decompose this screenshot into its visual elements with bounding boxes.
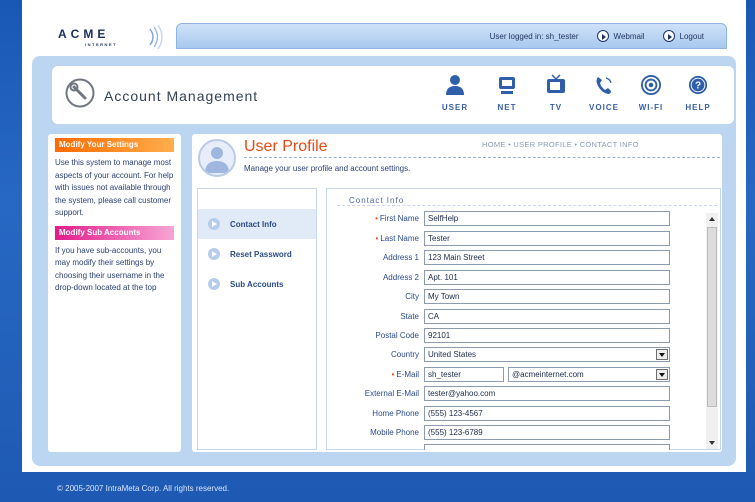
address1-field[interactable]: 123 Main Street — [424, 250, 670, 265]
wifi-icon — [641, 74, 661, 96]
last-name-field[interactable]: Tester — [424, 231, 670, 246]
chevron-down-icon[interactable] — [656, 369, 668, 380]
mobile-phone-field[interactable]: (555) 123-6789 — [424, 425, 670, 440]
nav-net[interactable]: NET — [487, 74, 527, 112]
profile-title: User Profile — [244, 138, 328, 155]
phone-icon — [594, 74, 614, 96]
postal-code-field[interactable]: 92101 — [424, 328, 670, 343]
nav-voice[interactable]: VOICE — [584, 74, 624, 112]
mobile-phone-row: Mobile Phone (555) 123-6789 — [327, 425, 707, 441]
profile-subtitle: Manage your user profile and account set… — [244, 164, 411, 173]
logout-link[interactable]: Logout — [662, 30, 704, 42]
acme-logo: ACME INTERNET — [58, 24, 168, 54]
country-select[interactable]: United States — [424, 347, 670, 362]
scroll-thumb[interactable] — [707, 227, 717, 407]
nav-wifi[interactable]: WI-FI — [631, 74, 671, 112]
contact-info-form: Contact Info • First Name SelfHelp • Last … — [326, 188, 721, 450]
form-title: Contact Info — [349, 196, 405, 205]
account-header: Account Management USER NET TV VOICE WI-… — [52, 66, 734, 124]
address2-row: Address 2 Apt. 101 — [327, 270, 707, 286]
signal-waves-icon — [149, 25, 163, 49]
external-email-field[interactable]: tester@yahoo.com — [424, 386, 670, 401]
tv-icon — [546, 74, 566, 96]
sub-accounts-text: If you have sub-accounts, you may modify… — [55, 245, 165, 293]
page-title: Account Management — [104, 88, 259, 104]
home-phone-field[interactable]: (555) 123-4567 — [424, 406, 670, 421]
address2-field[interactable]: Apt. 101 — [424, 270, 670, 285]
sidebar: Modify Your Settings Use this system to … — [48, 134, 181, 452]
sub-accounts-heading: Modify Sub Accounts — [55, 225, 174, 240]
profile-icon — [205, 147, 229, 173]
required-marker: • — [391, 370, 395, 379]
city-row: City My Town — [327, 289, 707, 305]
next-row-partial — [327, 444, 707, 450]
settings-text: Use this system to manage most aspects o… — [55, 158, 174, 217]
email-domain-select[interactable]: @acmeinternet.com — [508, 367, 670, 382]
partial-field[interactable] — [424, 444, 670, 450]
city-field[interactable]: My Town — [424, 289, 670, 304]
nav-user[interactable]: USER — [435, 74, 475, 112]
state-row: State CA — [327, 309, 707, 325]
nav-tv[interactable]: TV — [536, 74, 576, 112]
net-icon — [497, 74, 517, 96]
top-bar: User logged in: sh_tester Webmail Logout — [176, 23, 727, 49]
webmail-link[interactable]: Webmail — [596, 30, 645, 42]
postal-row: Postal Code 92101 — [327, 328, 707, 344]
divider — [244, 157, 720, 158]
required-marker: • — [375, 214, 378, 223]
required-marker: • — [375, 234, 379, 243]
tab-reset-password[interactable]: Reset Password — [198, 239, 316, 269]
logged-in-user: User logged in: sh_tester — [489, 31, 579, 41]
page-frame: ACME INTERNET User logged in: sh_tester … — [22, 0, 746, 472]
play-circle-icon — [596, 30, 609, 42]
scroll-up-icon[interactable] — [709, 217, 715, 221]
home-phone-row: Home Phone (555) 123-4567 — [327, 406, 707, 422]
chevron-down-icon[interactable] — [656, 349, 668, 360]
play-bullet-icon — [208, 218, 220, 230]
form-scrollbar[interactable] — [706, 213, 718, 449]
content-panel: Account Management USER NET TV VOICE WI-… — [32, 56, 736, 466]
svg-text:?: ? — [695, 81, 701, 92]
play-bullet-icon — [208, 248, 220, 260]
copyright: © 2005-2007 IntraMeta Corp. All rights r… — [57, 484, 230, 493]
email-row: • E-Mail sh_tester @acmeinternet.com — [327, 367, 707, 383]
wrench-icon — [65, 78, 95, 108]
email-user-field[interactable]: sh_tester — [424, 367, 504, 382]
help-icon: ? — [688, 74, 708, 96]
nav-help[interactable]: ? HELP — [678, 74, 718, 112]
tab-sub-accounts[interactable]: Sub Accounts — [198, 269, 316, 299]
user-icon — [445, 74, 465, 96]
address1-row: Address 1 123 Main Street — [327, 250, 707, 266]
main-content: User Profile HOME • USER PROFILE • CONTA… — [192, 134, 722, 452]
first-name-field[interactable]: SelfHelp — [424, 211, 670, 226]
country-row: Country United States — [327, 347, 707, 363]
play-circle-icon — [662, 30, 675, 42]
state-field[interactable]: CA — [424, 309, 670, 324]
breadcrumb[interactable]: HOME • USER PROFILE • CONTACT INFO — [482, 140, 639, 149]
tab-contact-info[interactable]: Contact Info — [198, 209, 316, 239]
settings-heading: Modify Your Settings — [55, 138, 174, 152]
avatar — [198, 139, 236, 177]
last-name-row: • Last Name Tester — [327, 231, 707, 247]
play-bullet-icon — [208, 278, 220, 290]
profile-tabs: Contact Info Reset Password Sub Accounts — [197, 188, 317, 450]
first-name-row: • First Name SelfHelp — [327, 211, 707, 227]
external-email-row: External E-Mail tester@yahoo.com — [327, 386, 707, 402]
scroll-down-icon[interactable] — [709, 441, 715, 445]
